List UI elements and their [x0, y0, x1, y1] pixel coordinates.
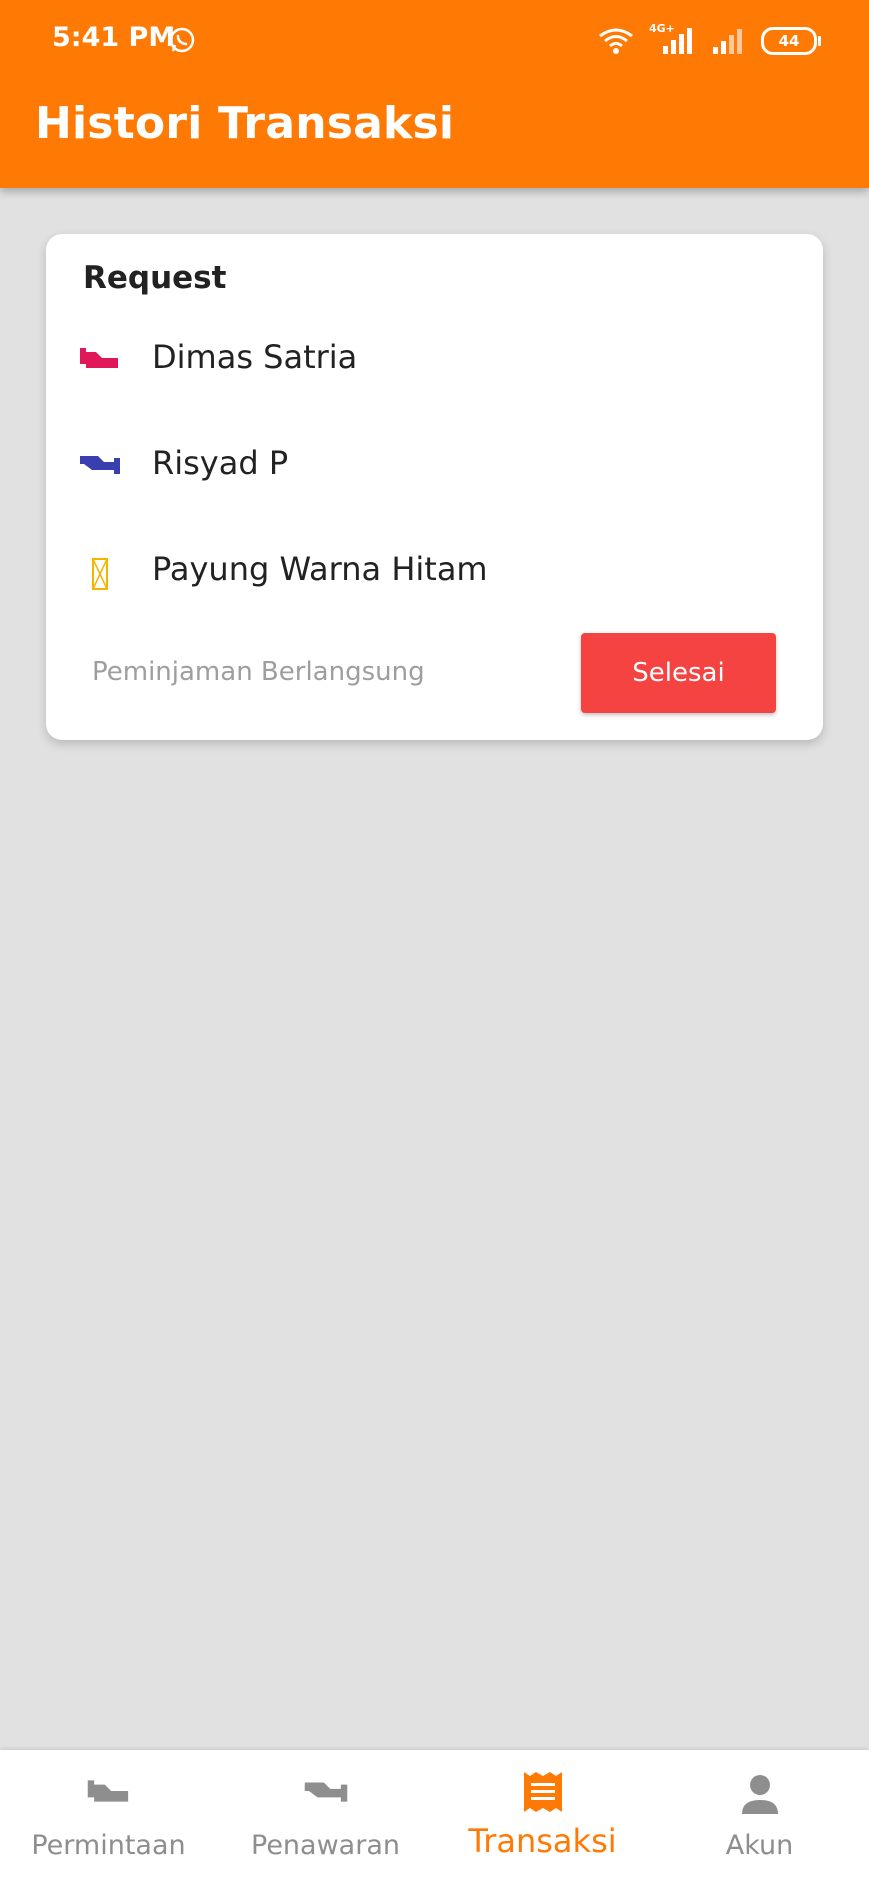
status-icons: 4G+ 44 [597, 22, 821, 58]
finish-button[interactable]: Selesai [581, 633, 776, 713]
nav-label: Transaksi [468, 1822, 617, 1860]
status-bar: 5:41 PM 4G+ 44 [0, 0, 869, 80]
nav-item-akun[interactable]: Akun [651, 1750, 868, 1883]
whatsapp-icon [169, 27, 195, 53]
wifi-icon [599, 28, 633, 54]
loan-status: Peminjaman Berlangsung [92, 657, 425, 687]
offerer-name: Risyad P [152, 444, 289, 482]
app-bar: 5:41 PM 4G+ 44 Histori Transaksi [0, 0, 869, 188]
nav-label: Penawaran [251, 1830, 400, 1861]
nav-item-transaksi[interactable]: Transaksi [434, 1750, 651, 1883]
transaction-card[interactable]: Request Dimas Satria Risyad P Payung War… [46, 234, 823, 740]
nav-label: Permintaan [31, 1830, 186, 1861]
nav-label: Akun [725, 1830, 794, 1861]
status-time: 5:41 PM [52, 22, 176, 53]
receipt-icon [523, 1772, 562, 1812]
requester-name: Dimas Satria [152, 338, 358, 376]
page-title: Histori Transaksi [35, 98, 455, 149]
nav-item-permintaan[interactable]: Permintaan [0, 1750, 217, 1883]
signal-icon: 4G+ [649, 22, 697, 56]
person-icon [741, 1775, 778, 1814]
nav-item-penawaran[interactable]: Penawaran [217, 1750, 434, 1883]
card-label: Request [83, 260, 227, 296]
signal-icon [713, 29, 742, 54]
bottom-navigation: Permintaan Penawaran Transaksi Akun [0, 1750, 869, 1883]
battery-icon: 44 [761, 27, 821, 55]
hand-receive-icon [80, 348, 118, 368]
item-placeholder-icon [92, 558, 108, 590]
hand-receive-icon [87, 1780, 128, 1802]
battery-level: 44 [778, 32, 800, 50]
requester-row: Dimas Satria [46, 328, 823, 388]
offerer-row: Risyad P [46, 434, 823, 494]
hand-give-icon [80, 456, 120, 474]
item-row: Payung Warna Hitam [46, 540, 823, 600]
item-name: Payung Warna Hitam [152, 550, 488, 588]
hand-give-icon [304, 1782, 347, 1802]
